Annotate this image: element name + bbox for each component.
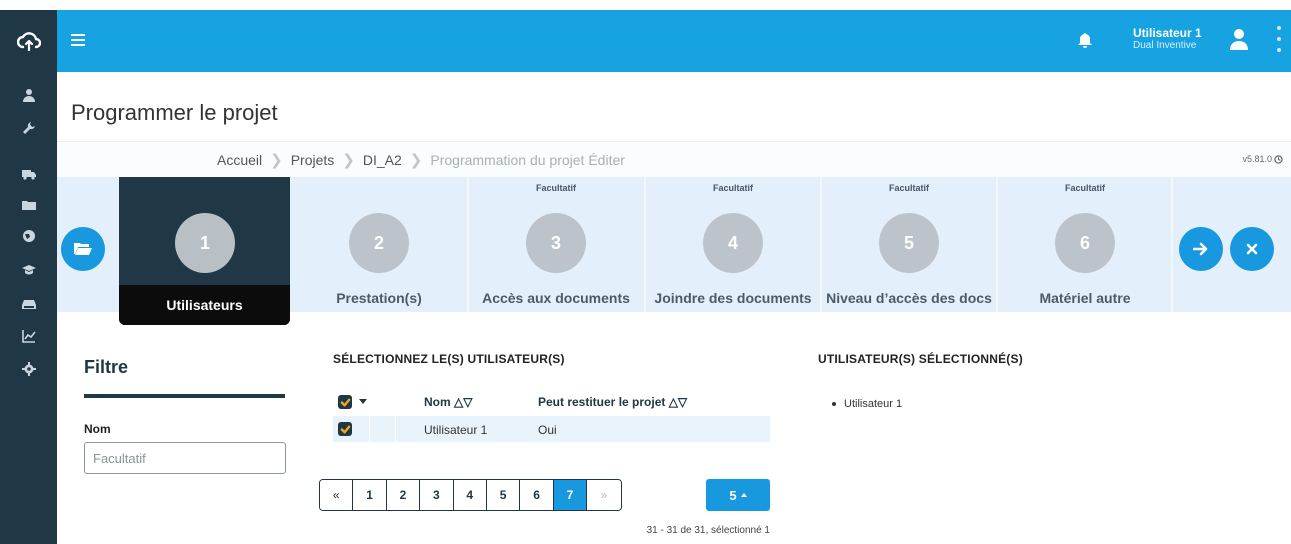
select-dropdown-caret-icon[interactable] [359, 399, 367, 404]
wizard-step-6[interactable]: Facultatif 6 Matériel autre [998, 177, 1172, 312]
step-optional: Facultatif [712, 183, 753, 193]
breadcrumb-projects[interactable]: Projets [291, 152, 335, 168]
pagination-info: 31 - 31 de 31, sélectionné 1 [646, 525, 770, 536]
rail-line-chart-icon[interactable] [0, 321, 57, 351]
page-title: Programmer le projet [71, 100, 278, 125]
app-root: Utilisateur 1 Dual Inventive Programmer … [0, 0, 1291, 544]
row-checkbox[interactable] [338, 422, 352, 436]
wizard-steps: 1 Utilisateurs 2 Prestation(s) Facultati… [57, 177, 1291, 325]
chevron-right-icon: ❯ [409, 152, 423, 169]
cell-separator [369, 416, 370, 442]
kebab-menu-icon[interactable] [1274, 26, 1284, 58]
cell-name: Utilisateur 1 [424, 423, 488, 437]
check-icon [340, 425, 350, 433]
pagination: « 1 2 3 4 5 6 7 » [319, 479, 622, 511]
wizard-step-4[interactable]: Facultatif 4 Joindre des documents [646, 177, 820, 312]
step-label: Niveau d’accès des docs [826, 290, 992, 306]
users-table-header: Nom △▽ Peut restituer le projet △▽ [333, 390, 770, 414]
wizard-step-1[interactable]: 1 Utilisateurs [119, 177, 290, 325]
version-text: v5.81.0 [1242, 154, 1272, 164]
top-strip [0, 0, 1291, 10]
rail-user-icon[interactable] [0, 80, 57, 110]
version-label: v5.81.0 [1242, 154, 1283, 164]
wizard-step-3[interactable]: Facultatif 3 Accès aux documents [469, 177, 643, 312]
cell-can-restore: Oui [538, 423, 557, 437]
caret-up-icon [740, 493, 747, 497]
rail-gear-icon[interactable] [0, 354, 57, 384]
step-number: 3 [526, 213, 586, 273]
step-label: Joindre des documents [654, 290, 812, 306]
user-info[interactable]: Utilisateur 1 Dual Inventive [1133, 26, 1223, 52]
clock-icon [1274, 154, 1283, 164]
rail-truck-icon[interactable] [0, 159, 57, 189]
arrow-right-icon [1193, 242, 1208, 256]
left-rail [0, 10, 57, 544]
rail-graduation-cap-icon[interactable] [0, 255, 57, 285]
step-number: 2 [349, 213, 409, 273]
chevron-right-icon: ❯ [270, 152, 283, 169]
filter-name-input[interactable] [84, 442, 286, 474]
page-2-button[interactable]: 2 [386, 480, 421, 510]
filter-divider [84, 394, 285, 398]
wizard-step-5[interactable]: Facultatif 5 Niveau d’accès des docs [822, 177, 996, 312]
user-organization: Dual Inventive [1133, 40, 1197, 51]
page-1-button[interactable]: 1 [353, 480, 387, 510]
column-name-sort[interactable]: Nom △▽ [424, 395, 472, 409]
bell-icon[interactable] [1075, 30, 1095, 52]
check-icon [340, 398, 350, 406]
step-optional: Facultatif [535, 183, 576, 193]
cloud-logo-icon[interactable] [0, 10, 57, 72]
breadcrumb-current: Programmation du projet Éditer [430, 152, 625, 168]
step-label: Matériel autre [1039, 290, 1131, 306]
column-can-restore-sort[interactable]: Peut restituer le projet △▽ [538, 395, 687, 409]
breadcrumb-home[interactable]: Accueil [217, 152, 262, 168]
user-name: Utilisateur 1 [1133, 26, 1202, 40]
select-all-checkbox[interactable] [338, 395, 352, 409]
step-optional: Facultatif [1064, 183, 1105, 193]
chevron-right-icon: ❯ [342, 152, 355, 169]
page-5-button[interactable]: 5 [486, 480, 521, 510]
breadcrumb: Accueil ❯ Projets ❯ DI_A2 ❯ Programmatio… [217, 151, 625, 169]
close-button[interactable] [1230, 227, 1274, 271]
page-next-button[interactable]: » [587, 480, 621, 510]
rail-hdd-icon[interactable] [0, 289, 57, 319]
filter-name-label: Nom [84, 422, 111, 436]
step-label: Prestation(s) [336, 290, 422, 306]
page-prev-button[interactable]: « [320, 480, 354, 510]
close-icon [1246, 243, 1258, 255]
cell-separator [395, 416, 396, 442]
next-button[interactable] [1179, 227, 1223, 271]
step-number: 1 [175, 213, 235, 273]
step-number: 5 [879, 213, 939, 273]
list-item: Utilisateur 1 [830, 396, 902, 412]
rail-wrench-icon[interactable] [0, 113, 57, 143]
page-size-value: 5 [729, 487, 737, 503]
page-4-button[interactable]: 4 [453, 480, 487, 510]
step-number: 6 [1055, 213, 1115, 273]
page-6-button[interactable]: 6 [520, 480, 554, 510]
top-header: Utilisateur 1 Dual Inventive [57, 10, 1291, 72]
selected-users-title: UTILISATEUR(S) SÉLECTIONNÉ(S) [818, 352, 1023, 366]
page-7-button[interactable]: 7 [553, 480, 588, 510]
select-users-title: SÉLECTIONNEZ LE(S) UTILISATEUR(S) [333, 352, 565, 366]
wizard-step-2[interactable]: 2 Prestation(s) [292, 177, 466, 312]
folder-open-icon [74, 243, 92, 255]
table-row[interactable]: Utilisateur 1 Oui [333, 416, 770, 442]
breadcrumb-project[interactable]: DI_A2 [363, 152, 402, 168]
step-optional: Facultatif [888, 183, 929, 193]
breadcrumb-bar: Accueil ❯ Projets ❯ DI_A2 ❯ Programmatio… [57, 141, 1291, 177]
step-label: Utilisateurs [166, 297, 243, 313]
rail-folder-icon[interactable] [0, 190, 57, 220]
page-3-button[interactable]: 3 [420, 480, 454, 510]
step-divider [1171, 177, 1173, 312]
filter-title: Filtre [84, 357, 129, 377]
rail-globe-icon[interactable] [0, 221, 57, 251]
step-number: 4 [703, 213, 763, 273]
hamburger-menu-icon[interactable] [71, 31, 93, 51]
page-size-button[interactable]: 5 [706, 479, 770, 511]
avatar-user-icon[interactable] [1229, 28, 1251, 52]
selected-users-list: Utilisateur 1 [830, 396, 902, 412]
open-folder-button[interactable] [61, 227, 105, 271]
step-label: Accès aux documents [482, 290, 630, 306]
